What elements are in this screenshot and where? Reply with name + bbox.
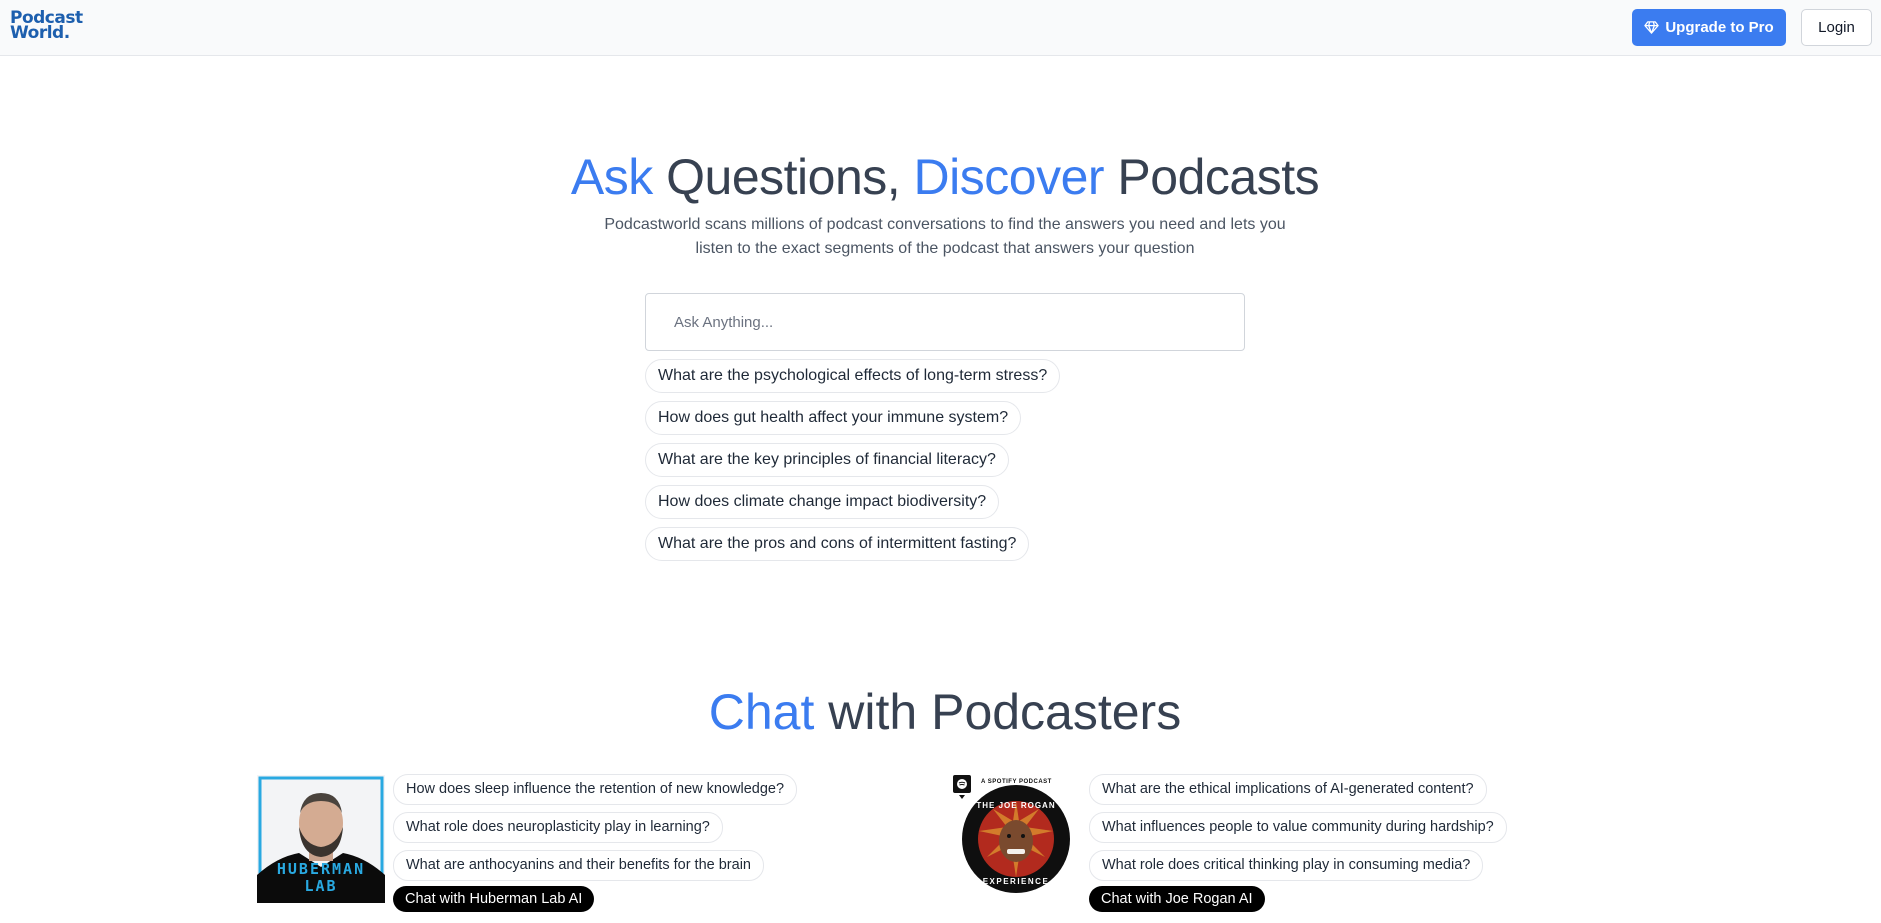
huberman-question-chip[interactable]: How does sleep influence the retention o… xyxy=(393,774,798,805)
joe-rogan-question-chip[interactable]: What role does critical thinking play in… xyxy=(1089,850,1484,881)
hero-title-podcasts: Podcasts xyxy=(1104,149,1320,205)
suggestion-chip[interactable]: How does gut health affect your immune s… xyxy=(645,401,1022,435)
huberman-cover-text: HUBERMAN LAB xyxy=(257,861,385,895)
diamond-icon xyxy=(1644,21,1660,34)
hero-subtitle-line-2: listen to the exact segments of the podc… xyxy=(695,240,1195,257)
huberman-question-chip[interactable]: What role does neuroplasticity play in l… xyxy=(393,812,723,843)
upgrade-label: Upgrade to Pro xyxy=(1665,19,1774,36)
huberman-lab-cover[interactable]: HUBERMAN LAB xyxy=(257,775,385,903)
suggestion-chip[interactable]: What are the psychological effects of lo… xyxy=(645,359,1061,393)
suggested-questions: What are the psychological effects of lo… xyxy=(645,359,1061,561)
hero-subtitle: Podcastworld scans millions of podcast c… xyxy=(540,213,1350,261)
logo-line-2: World. xyxy=(10,23,70,43)
joe-rogan-question-chip[interactable]: What are the ethical implications of AI-… xyxy=(1089,774,1487,805)
suggestion-chip[interactable]: What are the key principles of financial… xyxy=(645,443,1009,477)
huberman-cover-line-2: LAB xyxy=(304,877,338,895)
hero-subtitle-line-1: Podcastworld scans millions of podcast c… xyxy=(604,216,1286,233)
chat-with-joe-rogan-button[interactable]: Chat with Joe Rogan AI xyxy=(1089,886,1265,912)
section-title-chat: Chat xyxy=(708,684,815,740)
joe-rogan-cover-top: THE JOE ROGAN xyxy=(976,801,1056,810)
top-header: Podcast World. Upgrade to Pro Login xyxy=(0,0,1881,56)
huberman-question-chip[interactable]: What are anthocyanins and their benefits… xyxy=(393,850,764,881)
joe-rogan-question-chip[interactable]: What influences people to value communit… xyxy=(1089,812,1507,843)
joe-rogan-question-list: What are the ethical implications of AI-… xyxy=(1089,774,1507,912)
hero-title-discover: Discover xyxy=(913,149,1105,205)
suggestion-chip[interactable]: What are the pros and cons of intermitte… xyxy=(645,527,1030,561)
joe-rogan-badge: A SPOTIFY PODCAST xyxy=(981,779,1052,785)
section-title-rest: with Podcasters xyxy=(814,684,1182,740)
upgrade-to-pro-button[interactable]: Upgrade to Pro xyxy=(1632,9,1786,46)
podcasters-section-title: Chat with Podcasters xyxy=(0,683,1881,741)
hero-title-questions: Questions, xyxy=(652,149,914,205)
chat-with-huberman-button[interactable]: Chat with Huberman Lab AI xyxy=(393,886,595,912)
search-input[interactable] xyxy=(646,294,1244,350)
joe-rogan-cover-bottom: EXPERIENCE xyxy=(982,877,1050,886)
hero-title-ask: Ask xyxy=(570,149,653,205)
search-box xyxy=(645,293,1245,351)
huberman-cover-line-1: HUBERMAN xyxy=(276,860,366,878)
huberman-question-list: How does sleep influence the retention o… xyxy=(393,774,798,912)
suggestion-chip[interactable]: How does climate change impact biodivers… xyxy=(645,485,1000,519)
joe-rogan-cover[interactable]: A SPOTIFY PODCAST THE JOE ROGAN EXPERIEN… xyxy=(951,773,1079,901)
login-button[interactable]: Login xyxy=(1801,9,1872,46)
hero-title: Ask Questions, Discover Podcasts xyxy=(0,148,1881,206)
podcastworld-logo[interactable]: Podcast World. xyxy=(10,10,83,45)
